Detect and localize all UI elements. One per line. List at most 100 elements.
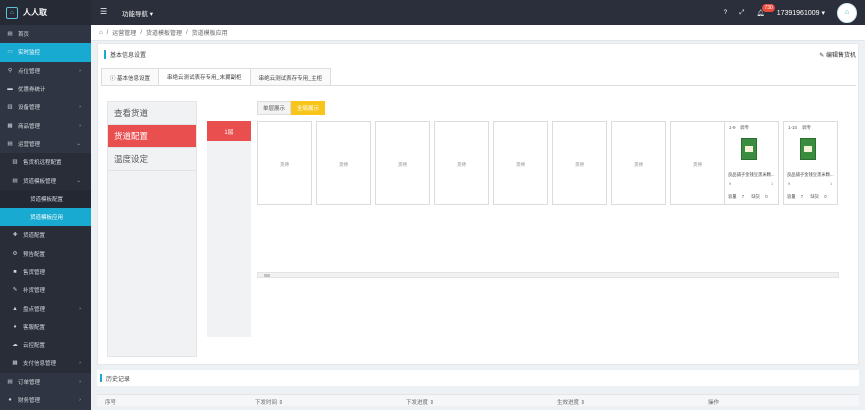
lane-slot[interactable]: 货待 [670,121,725,205]
sidebar-item-device-management[interactable]: ▥ 设备管理 › [0,98,91,116]
product-icon: ▦ [7,122,13,129]
slot-number: 1-10 [788,125,798,130]
menu-view-lanes[interactable]: 查看货道 [108,102,196,125]
hamburger-icon[interactable]: ☰ [100,7,107,16]
user-menu[interactable]: 17391961009 ▾ [777,9,825,17]
sidebar-item-realtime-monitor[interactable]: ▭ 实时监控 [0,43,91,62]
sidebar-item-label: 货道配置 [23,233,46,240]
breadcrumb-item[interactable]: 货道模板管理 [146,28,182,37]
column-header-effect-progress[interactable]: 生效进度 ⇕ [557,398,585,406]
horizontal-scrollbar[interactable] [257,272,839,278]
avatar[interactable]: ⌂ [837,2,857,23]
column-header-index: 序号 [105,400,117,406]
shortage-value: 0 [765,194,768,199]
home-icon: ▤ [7,31,13,38]
sidebar-item-remote-config[interactable]: ▥ 售货机远程配置 [0,153,91,172]
breadcrumb-separator: / [106,29,109,36]
lane-slot[interactable]: 货待 [552,121,607,205]
chevron-down-icon: ⌄ [76,177,81,184]
empty-slot-label: 货待 [693,162,702,167]
lane-slot[interactable]: 货待 [434,121,489,205]
plus-circle-icon: ✚ [12,232,18,239]
empty-slot-label: 货待 [398,162,407,167]
chevron-down-icon: ⌄ [76,140,81,147]
sidebar-item-lane-template-apply[interactable]: 货道模板应用 [0,207,91,227]
lane-slot[interactable]: 货待 [375,121,430,205]
sidebar-item-label: 补货管理 [23,288,46,295]
help-icon[interactable]: ? [724,9,728,16]
breadcrumb-separator: / [140,29,142,36]
sidebar-item-operations-management[interactable]: ▤ 运营管理 ⌄ [0,135,91,153]
sidebar-item-preview-config[interactable]: ⚙ 预告配置 [0,244,91,263]
edit-vending-machine-button[interactable]: ✎ 编辑售货机 [819,50,856,59]
notification-bell[interactable]: 🔔︎ 730 [756,3,775,17]
menu-temperature-setting[interactable]: 温度设定 [108,148,196,171]
sidebar-item-lane-config[interactable]: ✚ 货道配置 [0,226,91,245]
view-mode-toggle: 单层展示 全局展示 [257,101,326,115]
sidebar-item-label: 首页 [18,32,30,39]
floor-tab-1[interactable]: 1层 [207,121,251,141]
sidebar-item-label: 云控配置 [23,343,46,350]
tabs-divider [101,85,856,86]
sidebar-item-label: 货道模板管理 [23,178,57,185]
capacity-info: 容量 7 缺货 0 [787,194,827,200]
lane-slot-filled[interactable]: 1-9 调专 良品铺子金钱豆黑米颗... ¥ 1 容量 7 缺货 0 [724,121,779,205]
chevron-right-icon: › [79,378,81,385]
panel-header: 基本信息设置 [98,44,858,64]
sidebar-item-sales-management[interactable]: ■ 售货管理 [0,262,91,282]
capacity-value: 7 [800,194,804,199]
drop-icon: ♦ [13,323,17,330]
sidebar-item-coupon-stats[interactable]: ▬ 优惠券统计 [0,80,91,98]
sidebar-item-product-management[interactable]: ▦ 商品管理 › [0,116,91,134]
tab-secondary-cabinet[interactable]: 串绝云测试表存专用_末翼副柜 [158,68,251,86]
column-header-send-progress[interactable]: 下发进度 ⇕ [406,398,434,406]
lane-slot[interactable]: 货待 [316,121,371,205]
app-logo[interactable]: ⌂ 人人取 [0,0,91,25]
floor-column: 1层 [207,121,251,337]
sidebar-item-cloud-control-config[interactable]: ☁ 云控配置 [0,336,91,355]
capacity-label: 容量 [728,194,737,199]
fullscreen-icon[interactable]: ⤢ [739,9,744,17]
lane-slot-filled[interactable]: 1-10 调专 良品铺子金钱豆黑米颗... ¥ 1 容量 7 缺货 0 [783,121,838,205]
sidebar-item-payment-info-management[interactable]: ▦ 支付信息管理 › [0,354,91,373]
history-table-header: 序号 下发时间 ⇕ 下发进度 ⇕ 生效进度 ⇕ 操作 [97,394,859,406]
app-title: 人人取 [23,8,47,17]
menu-lane-config[interactable]: 货道配置 [108,125,196,148]
product-name: 良品铺子金钱豆黑米颗... [728,172,775,177]
sidebar-item-home[interactable]: ▤ 首页 [0,25,91,43]
single-layer-view-button[interactable]: 单层展示 [257,101,292,115]
sidebar-item-restock-management[interactable]: ✎ 补货管理 [0,281,91,300]
history-section-header: 历史记录 [97,370,859,386]
shortage-label: 缺货 [751,194,760,199]
scrollbar-thumb[interactable] [264,274,270,277]
function-nav-dropdown[interactable]: 功能导航 ▾ [122,8,153,18]
breadcrumb-item[interactable]: 运营管理 [112,28,136,37]
global-view-button[interactable]: 全局展示 [291,101,326,115]
sidebar-item-inventory-management[interactable]: ▲ 盘点管理 › [0,299,91,318]
column-header-actions: 操作 [708,400,720,406]
sidebar-item-finance-management[interactable]: ● 财务管理 › [0,391,91,409]
empty-slot-label: 货待 [516,162,525,167]
sidebar-item-label: 支付信息管理 [23,361,57,368]
home-icon[interactable]: ⌂ [99,30,103,36]
tab-basic-info[interactable]: ⓘ 基本信息设置 [101,68,160,86]
chevron-right-icon: › [79,305,81,312]
slot-number: 1-9 [729,125,736,130]
lane-slot[interactable]: 货待 [257,121,312,205]
chevron-right-icon: › [79,104,81,111]
column-header-send-time[interactable]: 下发时间 ⇕ [255,398,283,406]
sidebar-item-order-management[interactable]: ▤ 订单管理 › [0,373,91,391]
price-icon: ¥ [729,181,732,186]
device-icon: ▥ [7,104,13,111]
sidebar-item-point-management[interactable]: ⚲ 点位管理 › [0,62,91,80]
sidebar-item-lane-template-config[interactable]: 货道模板配置 [0,189,91,208]
chevron-right-icon: › [79,360,81,367]
lane-slot[interactable]: 货待 [611,121,666,205]
sidebar-item-label: 订单管理 [18,379,41,386]
sidebar-item-lane-template-management[interactable]: ▤ 货道模板管理 ⌄ [0,171,91,190]
location-icon: ⚲ [7,67,13,74]
lane-slot[interactable]: 货待 [493,121,548,205]
sidebar-item-customer-service-config[interactable]: ♦ 客服配置 [0,317,91,337]
tab-main-cabinet[interactable]: 串绝云测试表存专用_主柜 [249,68,332,86]
sidebar-item-label: 客服配置 [23,324,46,331]
